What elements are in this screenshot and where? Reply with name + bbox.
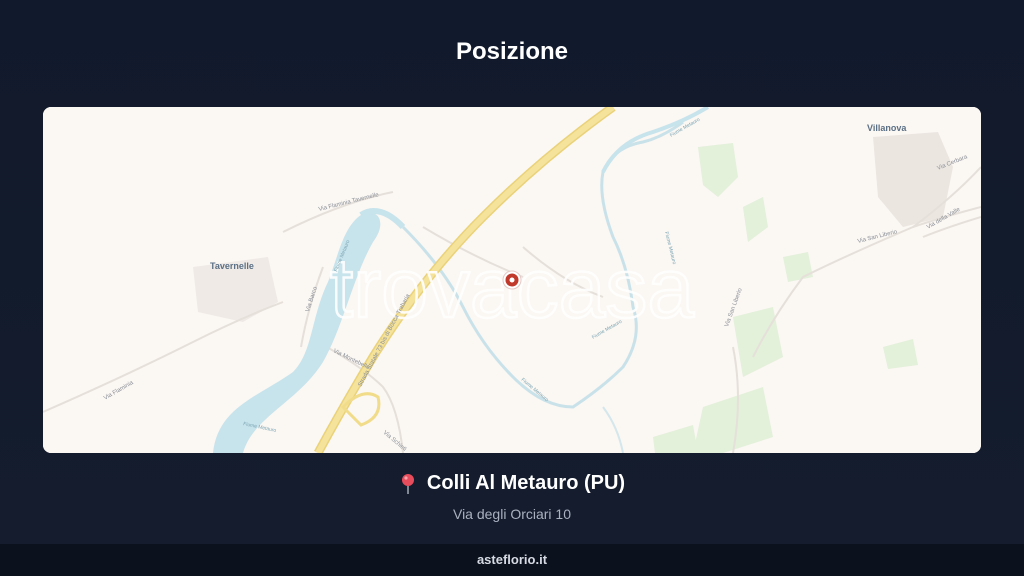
location-line: Colli Al Metauro (PU) bbox=[399, 472, 625, 495]
map[interactable]: trovacasa Villanova Tavernelle Via Flami… bbox=[43, 107, 981, 453]
pin-icon bbox=[399, 473, 417, 495]
place-label-tavernelle: Tavernelle bbox=[210, 261, 254, 271]
location-address: Via degli Orciari 10 bbox=[452, 505, 572, 522]
location-marker-icon[interactable] bbox=[502, 270, 522, 290]
page: Posizione Villanova Tavernelle Via Flami… bbox=[0, 0, 1024, 576]
footer: asteflorio.it bbox=[0, 544, 1024, 576]
location-city: Colli Al Metauro (PU) bbox=[426, 472, 626, 494]
page-title: Posizione bbox=[455, 38, 569, 65]
location-info: Colli Al Metauro (PU) Via degli Orciari … bbox=[0, 472, 1024, 522]
place-label-villanova: Villanova bbox=[867, 123, 907, 133]
footer-site[interactable]: asteflorio.it bbox=[477, 552, 547, 567]
